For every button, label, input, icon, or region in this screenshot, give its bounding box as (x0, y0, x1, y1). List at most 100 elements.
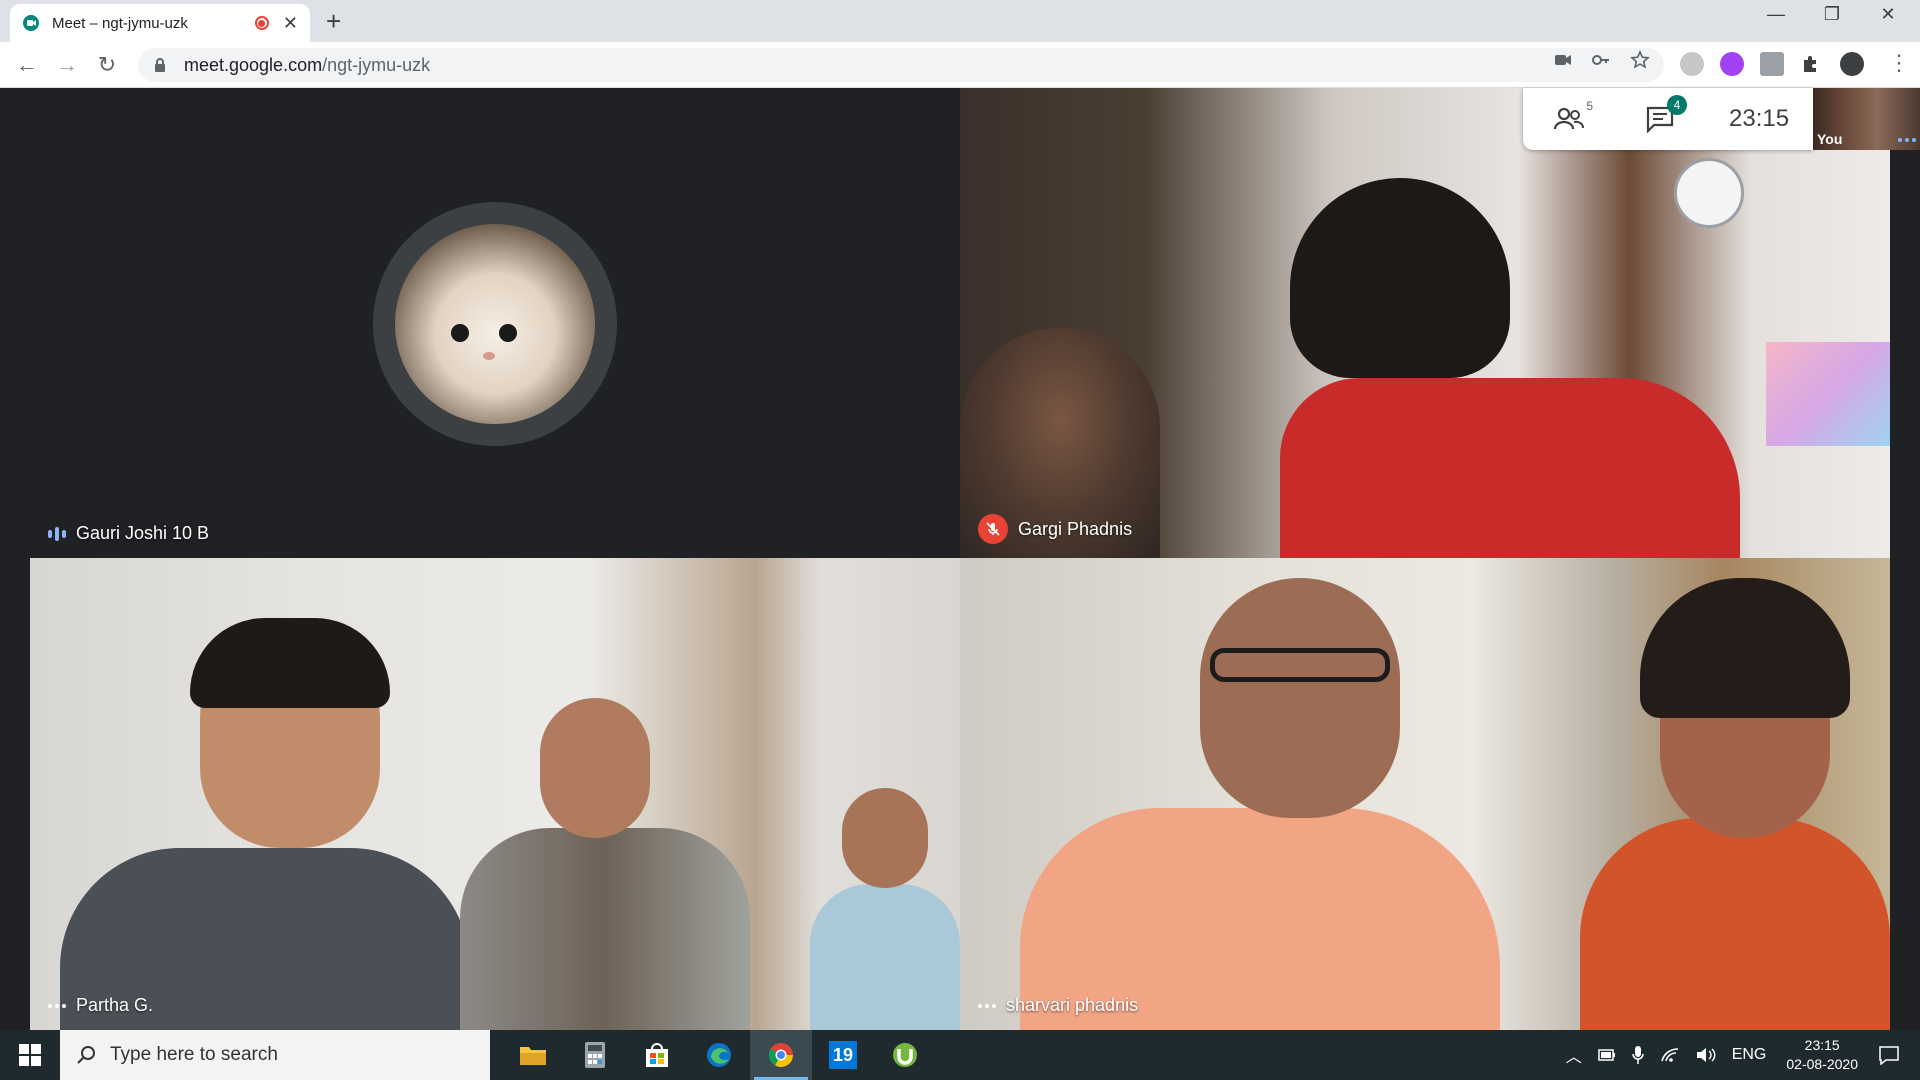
calendar-number: 19 (832, 1045, 854, 1065)
meeting-time: 23:15 (1729, 105, 1790, 132)
chat-button[interactable]: 4 (1645, 95, 1687, 134)
participant-tile-partha[interactable]: Partha G. (30, 558, 960, 1030)
browser-tabstrip: Meet – ngt-jymu-uzk ✕ + — ❐ ✕ (0, 0, 1920, 42)
mic-muted-icon (978, 514, 1008, 544)
people-icon (1553, 107, 1584, 130)
reload-button[interactable]: ↻ (92, 50, 122, 80)
windows-taskbar: Type here to search 19 ︿ ENG 23:15 02-08… (0, 1030, 1920, 1080)
video-person-man-glasses (1020, 578, 1500, 1030)
video-person-shirt (1280, 378, 1740, 558)
minimize-button[interactable]: — (1748, 4, 1804, 25)
video-person-young-man (60, 618, 470, 1030)
avatar-nose (483, 352, 495, 360)
video-person-hair (1640, 578, 1850, 718)
calculator-app[interactable] (564, 1030, 626, 1080)
video-person-body (810, 884, 960, 1030)
start-button[interactable] (0, 1030, 60, 1080)
wifi-icon[interactable] (1660, 1047, 1680, 1063)
participant-tile-gauri[interactable]: Gauri Joshi 10 B (30, 88, 960, 558)
video-person-girl (1220, 178, 1740, 558)
back-button[interactable]: ← (12, 50, 42, 80)
profile-avatar[interactable] (1840, 52, 1864, 76)
calculator-icon (585, 1042, 605, 1068)
utorrent-icon (893, 1043, 917, 1067)
calendar-app[interactable]: 19 (812, 1030, 874, 1080)
taskbar-clock[interactable]: 23:15 02-08-2020 (1786, 1036, 1858, 1074)
meet-video-grid: Gauri Joshi 10 B Gargi Phadnis Partha G.… (0, 88, 1920, 1030)
more-dots-icon (48, 1003, 66, 1008)
meet-info-bar: 5 4 23:15 (1523, 88, 1813, 150)
folder-icon (520, 1047, 546, 1065)
taskbar-search-box[interactable]: Type here to search (60, 1030, 490, 1080)
video-person-hair (190, 618, 390, 708)
participant-name: Partha G. (76, 995, 154, 1015)
participant-name-tag: Partha G. (48, 995, 153, 1016)
self-view-tile[interactable]: You (1813, 88, 1920, 150)
participant-tile-gargi[interactable]: Gargi Phadnis (960, 88, 1890, 558)
url-host: meet.google.com (184, 54, 323, 75)
windows-logo-icon (19, 1044, 41, 1066)
url-path: /ngt-jymu-uzk (322, 54, 431, 75)
more-dots-icon (978, 1003, 996, 1008)
wall-poster-image (1766, 342, 1890, 446)
chrome-icon (768, 1043, 793, 1068)
key-icon[interactable] (1591, 50, 1611, 70)
show-hidden-icons-chevron-icon[interactable]: ︿ (1566, 1043, 1582, 1067)
action-center-icon[interactable] (1878, 1045, 1900, 1065)
bookmark-star-icon[interactable] (1630, 50, 1650, 70)
chrome-menu-icon[interactable]: ⋮ (1888, 50, 1910, 76)
system-tray: ︿ ENG 23:15 02-08-2020 (1558, 1030, 1920, 1080)
participant-name-tag: sharvari phadnis (978, 995, 1138, 1016)
browser-tab-meet[interactable]: Meet – ngt-jymu-uzk ✕ (10, 4, 310, 42)
search-icon (77, 1046, 95, 1064)
extensions-puzzle-icon[interactable] (1800, 54, 1820, 74)
forward-button[interactable]: → (52, 50, 82, 80)
self-audio-dots-icon (1898, 138, 1916, 142)
edge-icon (707, 1043, 731, 1067)
chat-unread-badge: 4 (1667, 95, 1687, 115)
video-person-glasses (1210, 648, 1390, 682)
utorrent-app[interactable] (874, 1030, 936, 1080)
avatar-eye-left (451, 324, 469, 342)
video-person-face (842, 788, 928, 888)
participant-avatar (373, 202, 617, 446)
extension-eyedropper-icon[interactable] (1760, 52, 1784, 76)
video-person-face (1200, 578, 1400, 818)
restore-button[interactable]: ❐ (1804, 4, 1860, 25)
participant-name-tag: Gauri Joshi 10 B (48, 523, 209, 544)
meet-favicon-icon (23, 15, 39, 31)
input-language-indicator[interactable]: ENG (1732, 1046, 1767, 1064)
chrome-browser-app[interactable] (750, 1030, 812, 1080)
file-explorer-app[interactable] (502, 1030, 564, 1080)
search-placeholder: Type here to search (110, 1044, 278, 1065)
new-tab-button[interactable]: + (326, 8, 341, 34)
audio-level-icon (48, 526, 66, 541)
avatar-eye-right (499, 324, 517, 342)
kitten-avatar-image (395, 224, 595, 424)
microsoft-store-app[interactable] (626, 1030, 688, 1080)
video-person-woman-with-cat (460, 698, 750, 1030)
participant-name: Gargi Phadnis (1018, 518, 1133, 539)
volume-icon[interactable] (1696, 1047, 1716, 1063)
microphone-icon[interactable] (1631, 1045, 1644, 1065)
video-person-body (1580, 818, 1890, 1030)
close-window-button[interactable]: ✕ (1860, 4, 1916, 25)
recording-indicator-icon (254, 16, 269, 30)
extension-purple-icon[interactable] (1720, 52, 1744, 76)
battery-icon[interactable] (1597, 1049, 1616, 1061)
taskbar-time: 23:15 (1804, 1037, 1840, 1053)
video-person-elderly-woman (810, 788, 960, 1030)
camera-in-use-icon[interactable] (1553, 50, 1573, 70)
extension-globe-icon[interactable] (1680, 52, 1704, 76)
participant-tile-sharvari[interactable]: sharvari phadnis (960, 558, 1890, 1030)
store-bag-icon (646, 1043, 668, 1067)
tab-close-icon[interactable]: ✕ (283, 13, 298, 34)
self-view-label: You (1817, 131, 1843, 147)
lock-icon (155, 58, 165, 72)
people-button[interactable]: 5 (1553, 99, 1593, 133)
participant-name-tag: Gargi Phadnis (978, 514, 1132, 544)
participant-name: sharvari phadnis (1006, 995, 1139, 1015)
edge-browser-app[interactable] (688, 1030, 750, 1080)
address-bar[interactable]: meet.google.com/ngt-jymu-uzk (138, 48, 1664, 82)
tab-title: Meet – ngt-jymu-uzk (52, 14, 188, 32)
